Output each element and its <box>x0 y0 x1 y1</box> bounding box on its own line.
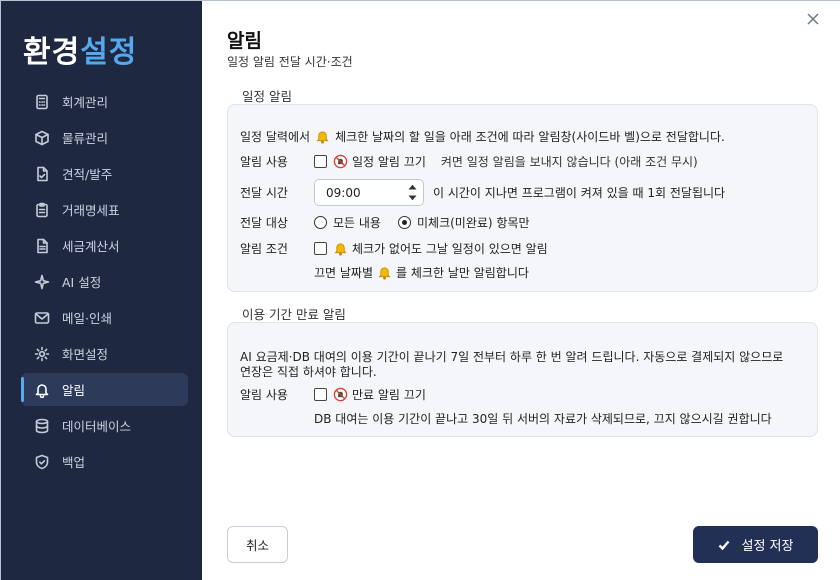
sidebar-item-logistics[interactable]: 물류관리 <box>21 121 188 154</box>
expiry-section-label: 이용 기간 만료 알림 <box>242 307 346 322</box>
time-input[interactable]: 09:00 <box>314 179 424 206</box>
schedule-enable-label: 알림 사용 <box>240 155 288 169</box>
sidebar-item-label: 회계관리 <box>62 95 109 110</box>
page-title: 알림 <box>227 30 262 52</box>
expiry-enable-row: 알림 사용 만료 알림 끄기 <box>240 386 426 403</box>
schedule-description: 일정 달력에서 체크한 날짜의 할 일을 아래 조건에 따라 알림창(사이드바 … <box>240 128 725 145</box>
mail-icon <box>33 309 51 327</box>
calculator-icon <box>33 93 51 111</box>
mute-bell-icon <box>333 154 348 169</box>
sidebar-item-label: 거래명세표 <box>62 203 120 218</box>
schedule-section-label: 일정 알림 <box>242 89 292 104</box>
sidebar-item-label: 견적/발주 <box>62 167 113 182</box>
sidebar-item-quote-order[interactable]: 견적/발주 <box>21 157 188 190</box>
sparkle-icon <box>33 273 51 291</box>
sidebar-item-label: AI 설정 <box>62 275 102 290</box>
sidebar-item-ai-settings[interactable]: AI 설정 <box>21 265 188 298</box>
spin-up-button[interactable] <box>403 182 421 193</box>
schedule-target-label: 전달 대상 <box>240 216 288 230</box>
save-button-label: 설정 저장 <box>741 539 794 554</box>
bell-icon <box>377 265 392 280</box>
main-panel: 알림 일정 알림 전달 시간·조건 일정 알림 일정 달력에서 체크한 날짜의 … <box>202 1 840 580</box>
target-all-label: 모든 내용 <box>333 216 381 230</box>
app-title: 환경설정 <box>23 27 137 71</box>
sidebar-item-label: 백업 <box>62 455 86 470</box>
condition-option-label: 체크가 없어도 그날 일정이 있으면 알림 <box>352 242 548 256</box>
schedule-off-checkbox[interactable] <box>314 155 327 168</box>
expiry-off-checkbox[interactable] <box>314 388 327 401</box>
schedule-enable-row: 알림 사용 일정 알림 끄기 켜면 일정 알림을 보내지 않습니다 (아래 조건… <box>240 153 698 170</box>
condition-note-pre: 끄면 날짜별 <box>314 266 374 280</box>
schedule-time-row: 전달 시간 09:00 이 시간이 지나면 프로그램이 켜져 있을 때 1회 전… <box>240 179 725 206</box>
caret-up-icon <box>408 185 416 190</box>
bell-icon <box>315 129 330 144</box>
schedule-target-row: 전달 대상 모든 내용 미체크(미완료) 항목만 <box>240 214 530 231</box>
sidebar-item-backup[interactable]: 백업 <box>21 445 188 478</box>
gear-icon <box>33 345 51 363</box>
target-unchecked-radio[interactable] <box>397 216 411 229</box>
sidebar: 환경설정 회계관리 물류관리 견적/발주 거래명세표 세금계산서 AI 설정 메… <box>1 1 202 580</box>
sidebar-item-label: 세금계산서 <box>62 239 120 254</box>
caret-down-icon <box>408 195 416 200</box>
sidebar-item-label: 알림 <box>62 383 86 398</box>
close-button[interactable] <box>807 13 823 29</box>
schedule-condition-note: 끄면 날짜별 를 체크한 날만 알림합니다 <box>314 264 529 281</box>
expiry-description-text2: 연장은 직접 하셔야 합니다. <box>240 365 377 379</box>
expiry-description-line2: 연장은 직접 하셔야 합니다. <box>240 363 377 380</box>
schedule-time-label: 전달 시간 <box>240 186 288 200</box>
app-title-part1: 환경 <box>23 35 81 70</box>
sidebar-item-notifications[interactable]: 알림 <box>21 373 188 406</box>
schedule-off-note: 켜면 일정 알림을 보내지 않습니다 (아래 조건 무시) <box>440 155 698 169</box>
schedule-time-note: 이 시간이 지나면 프로그램이 켜져 있을 때 1회 전달됩니다 <box>433 186 726 200</box>
sidebar-item-label: 데이터베이스 <box>62 419 132 434</box>
sidebar-item-accounting[interactable]: 회계관리 <box>21 85 188 118</box>
sidebar-item-display[interactable]: 화면설정 <box>21 337 188 370</box>
expiry-note-row: DB 대여는 이용 기간이 끝나고 30일 뒤 서버의 자료가 삭제되므로, 끄… <box>314 410 772 427</box>
sidebar-item-statement[interactable]: 거래명세표 <box>21 193 188 226</box>
bell-icon <box>33 381 51 399</box>
sidebar-item-mail-print[interactable]: 메일·인쇄 <box>21 301 188 334</box>
condition-note-post: 를 체크한 날만 알림합니다 <box>396 266 529 280</box>
schedule-condition-row: 알림 조건 체크가 없어도 그날 일정이 있으면 알림 <box>240 240 548 257</box>
schedule-panel: 일정 달력에서 체크한 날짜의 할 일을 아래 조건에 따라 알림창(사이드바 … <box>227 104 818 292</box>
schedule-description-post: 체크한 날짜의 할 일을 아래 조건에 따라 알림창(사이드바 벨)으로 전달합… <box>335 130 725 144</box>
settings-window: 환경설정 회계관리 물류관리 견적/발주 거래명세표 세금계산서 AI 설정 메… <box>0 0 840 580</box>
target-all-radio[interactable] <box>314 216 327 229</box>
box-icon <box>33 129 51 147</box>
schedule-description-pre: 일정 달력에서 <box>240 130 311 144</box>
sidebar-item-label: 물류관리 <box>62 131 109 146</box>
close-icon <box>807 13 819 28</box>
shield-icon <box>33 453 51 471</box>
app-title-part2: 설정 <box>80 35 138 70</box>
time-spinner <box>403 182 421 203</box>
cancel-button[interactable]: 취소 <box>227 526 288 563</box>
sidebar-nav: 회계관리 물류관리 견적/발주 거래명세표 세금계산서 AI 설정 메일·인쇄 … <box>21 85 188 481</box>
sidebar-item-database[interactable]: 데이터베이스 <box>21 409 188 442</box>
document-check-icon <box>33 165 51 183</box>
mute-bell-icon <box>333 387 348 402</box>
expiry-off-label: 만료 알림 끄기 <box>352 388 426 402</box>
receipt-icon <box>33 237 51 255</box>
save-button[interactable]: 설정 저장 <box>693 526 818 563</box>
time-value: 09:00 <box>326 185 361 200</box>
spin-down-button[interactable] <box>403 193 421 204</box>
sidebar-item-label: 화면설정 <box>62 347 109 362</box>
target-unchecked-label: 미체크(미완료) 항목만 <box>416 216 530 230</box>
expiry-panel: AI 요금제·DB 대여의 이용 기간이 끝나기 7일 전부터 하루 한 번 알… <box>227 322 818 437</box>
clipboard-icon <box>33 201 51 219</box>
expiry-enable-label: 알림 사용 <box>240 388 288 402</box>
page-subtitle: 일정 알림 전달 시간·조건 <box>227 55 353 69</box>
sidebar-item-tax-invoice[interactable]: 세금계산서 <box>21 229 188 262</box>
schedule-condition-label: 알림 조건 <box>240 242 288 256</box>
sidebar-item-label: 메일·인쇄 <box>62 311 112 326</box>
schedule-off-label: 일정 알림 끄기 <box>352 155 426 169</box>
check-icon <box>718 540 729 550</box>
database-icon <box>33 417 51 435</box>
bell-icon <box>333 241 348 256</box>
expiry-note: DB 대여는 이용 기간이 끝나고 30일 뒤 서버의 자료가 삭제되므로, 끄… <box>314 412 772 426</box>
condition-checkbox[interactable] <box>314 242 327 255</box>
